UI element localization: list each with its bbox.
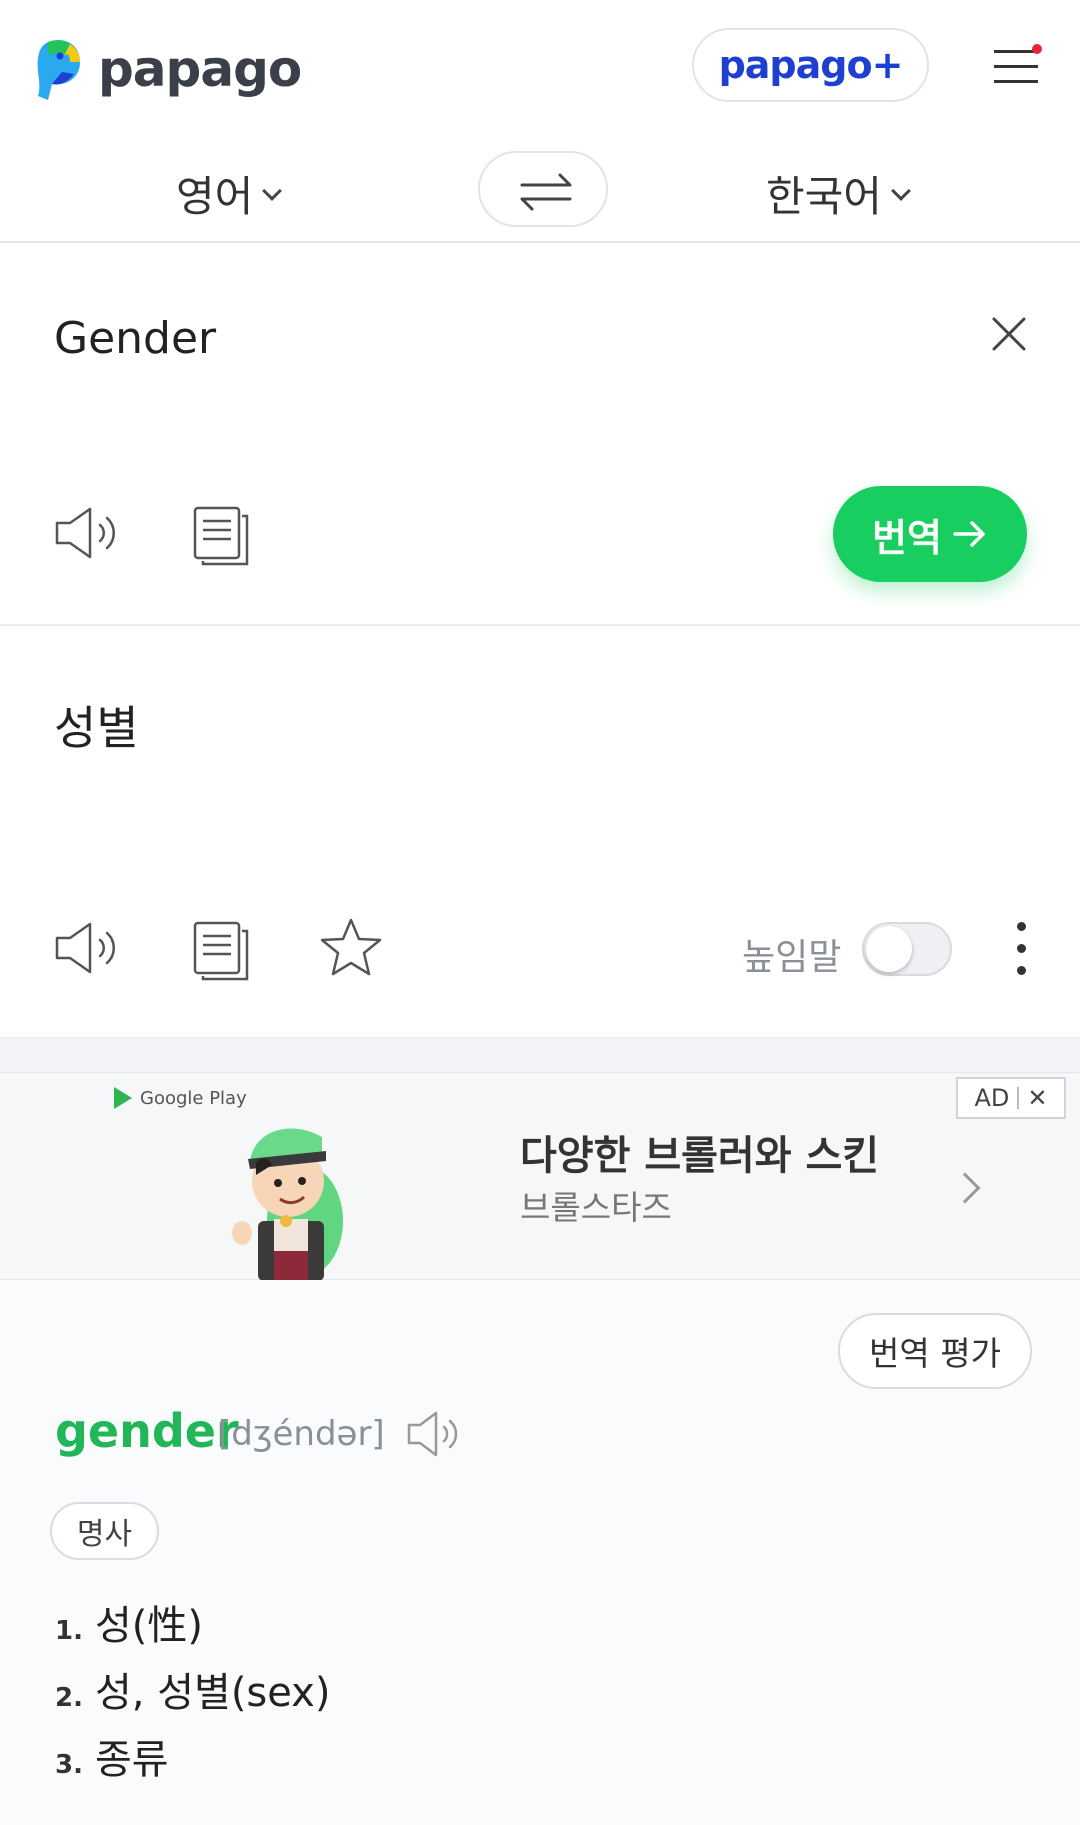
chevron-down-icon <box>891 180 911 201</box>
more-dot <box>1017 966 1026 975</box>
game-character-image <box>232 1128 343 1281</box>
meaning-number: 1. <box>55 1616 83 1646</box>
speaker-icon[interactable] <box>54 920 120 976</box>
star-icon[interactable] <box>318 916 384 980</box>
speaker-icon[interactable] <box>406 1410 462 1458</box>
translate-button[interactable]: 번역 <box>833 486 1027 582</box>
speaker-icon[interactable] <box>54 505 120 561</box>
meaning-text[interactable]: 성(性) <box>95 1593 203 1651</box>
papago-plus-button[interactable]: papago+ <box>692 28 929 102</box>
papago-plus-label: papago+ <box>718 43 904 87</box>
honorific-toggle[interactable] <box>862 922 952 976</box>
part-of-speech-label: 명사 <box>76 1517 133 1552</box>
ad-badge-divider <box>1017 1087 1020 1109</box>
swap-languages-button[interactable] <box>478 151 608 227</box>
more-dot <box>1017 922 1026 931</box>
source-text[interactable]: Gender <box>54 313 216 364</box>
translated-text: 성별 <box>54 701 139 755</box>
logo-text: papago <box>98 40 302 98</box>
close-icon[interactable] <box>990 315 1028 353</box>
chevron-down-icon <box>262 180 283 201</box>
source-input-area[interactable]: Gender 번역 <box>0 243 1080 626</box>
swap-arrows-icon <box>520 173 572 211</box>
target-language-label: 한국어 <box>766 172 882 221</box>
ad-subtitle[interactable]: 브롤스타즈 <box>520 1181 672 1229</box>
ad-banner[interactable]: Google Play 다양한 브롤러와 스킨 브롤스타즈 AD ✕ <box>0 1072 1080 1281</box>
section-separator <box>0 1038 1080 1072</box>
menu-line <box>994 65 1038 68</box>
meaning-number: 2. <box>55 1683 83 1713</box>
chevron-right-icon[interactable] <box>949 1172 981 1204</box>
papago-logo[interactable]: papago <box>34 36 302 102</box>
source-language-selector[interactable]: 영어 <box>176 163 283 224</box>
toggle-knob <box>866 926 912 972</box>
rate-translation-button[interactable]: 번역 평가 <box>838 1313 1032 1389</box>
part-of-speech-chip: 명사 <box>50 1502 159 1560</box>
ad-title[interactable]: 다양한 브롤러와 스킨 <box>520 1123 879 1181</box>
google-play-icon <box>114 1087 132 1109</box>
rate-translation-label: 번역 평가 <box>869 1334 1001 1373</box>
translation-result-area: 성별 높임말 <box>0 626 1080 1038</box>
source-language-label: 영어 <box>176 172 254 221</box>
language-bar: 영어 한국어 <box>0 135 1080 243</box>
meaning-text[interactable]: 종류 <box>95 1727 169 1785</box>
header: papago papago+ <box>0 0 1080 135</box>
hamburger-menu-icon[interactable] <box>990 44 1042 88</box>
arrow-right-icon <box>953 521 985 547</box>
translate-label: 번역 <box>872 515 942 560</box>
ad-badge[interactable]: AD ✕ <box>956 1077 1066 1119</box>
copy-icon[interactable] <box>192 920 250 982</box>
menu-line <box>994 80 1038 83</box>
meaning-item[interactable]: 1. 성(性) <box>55 1593 203 1651</box>
more-vertical-icon[interactable] <box>1012 922 1032 982</box>
parrot-logo-icon <box>37 40 80 100</box>
copy-icon[interactable] <box>192 505 250 567</box>
more-dot <box>1017 944 1026 953</box>
honorific-label: 높임말 <box>742 937 842 978</box>
meaning-item[interactable]: 2. 성, 성별(sex) <box>55 1660 330 1718</box>
meaning-text[interactable]: 성, 성별(sex) <box>95 1660 330 1718</box>
target-language-selector[interactable]: 한국어 <box>766 163 911 224</box>
meaning-number: 3. <box>55 1750 83 1780</box>
dictionary-section: 번역 평가 gender [dʒéndər] 명사 1. 성(性) 2. 성, … <box>0 1280 1080 1825</box>
phonetic: [dʒéndər] <box>218 1414 385 1454</box>
meaning-item[interactable]: 3. 종류 <box>55 1727 169 1785</box>
ad-label: AD <box>974 1084 1010 1112</box>
notification-dot <box>1032 44 1042 54</box>
close-icon[interactable]: ✕ <box>1027 1084 1047 1112</box>
dictionary-word[interactable]: gender <box>55 1404 239 1458</box>
